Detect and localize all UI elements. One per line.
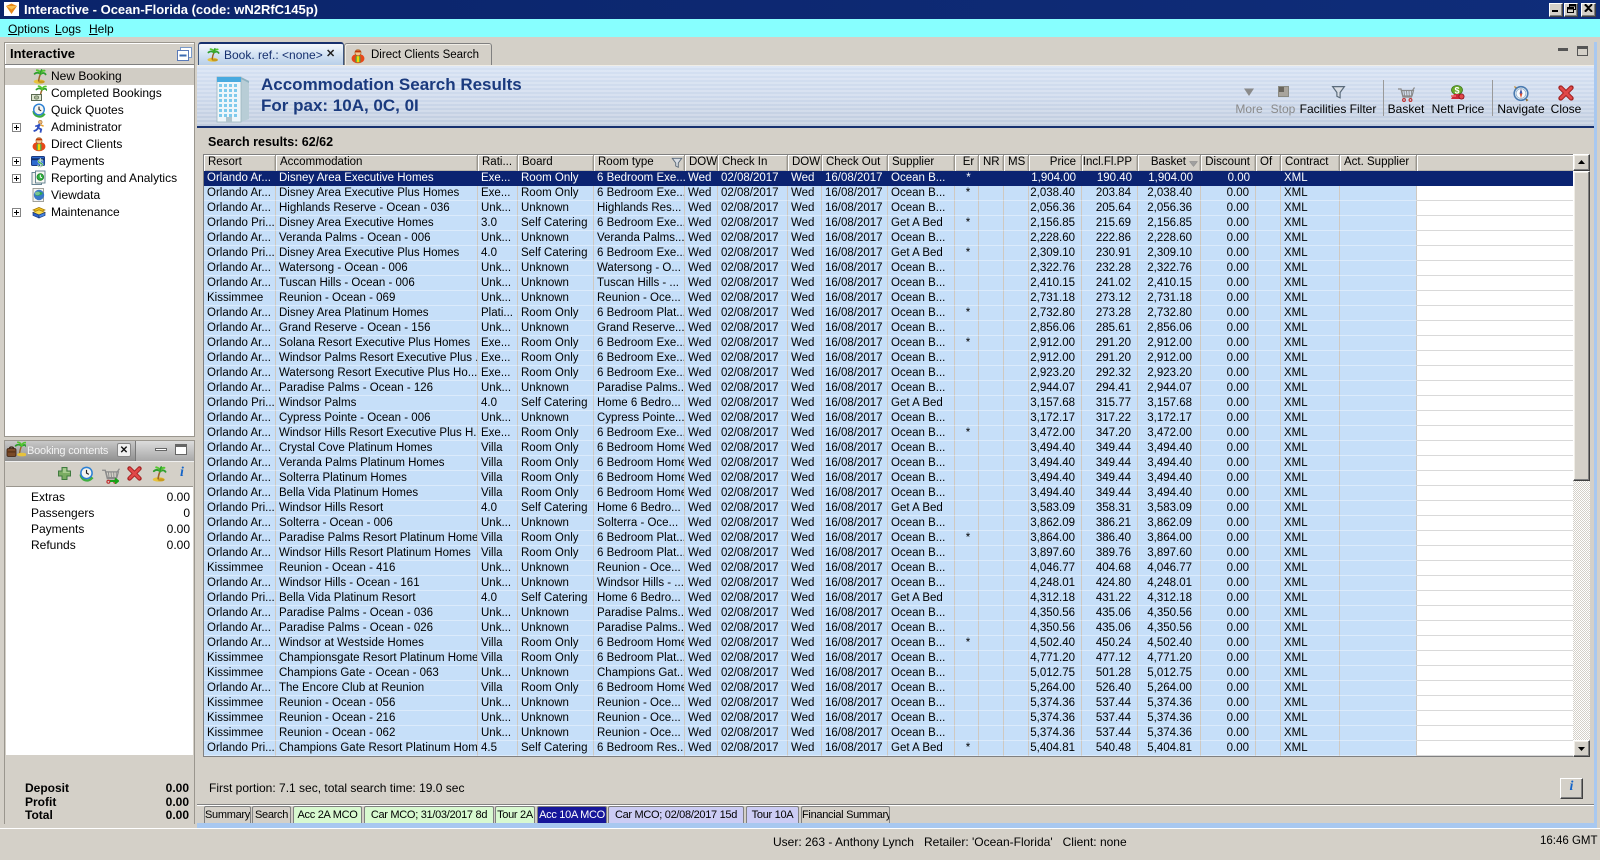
svg-text:$: $: [37, 156, 43, 169]
